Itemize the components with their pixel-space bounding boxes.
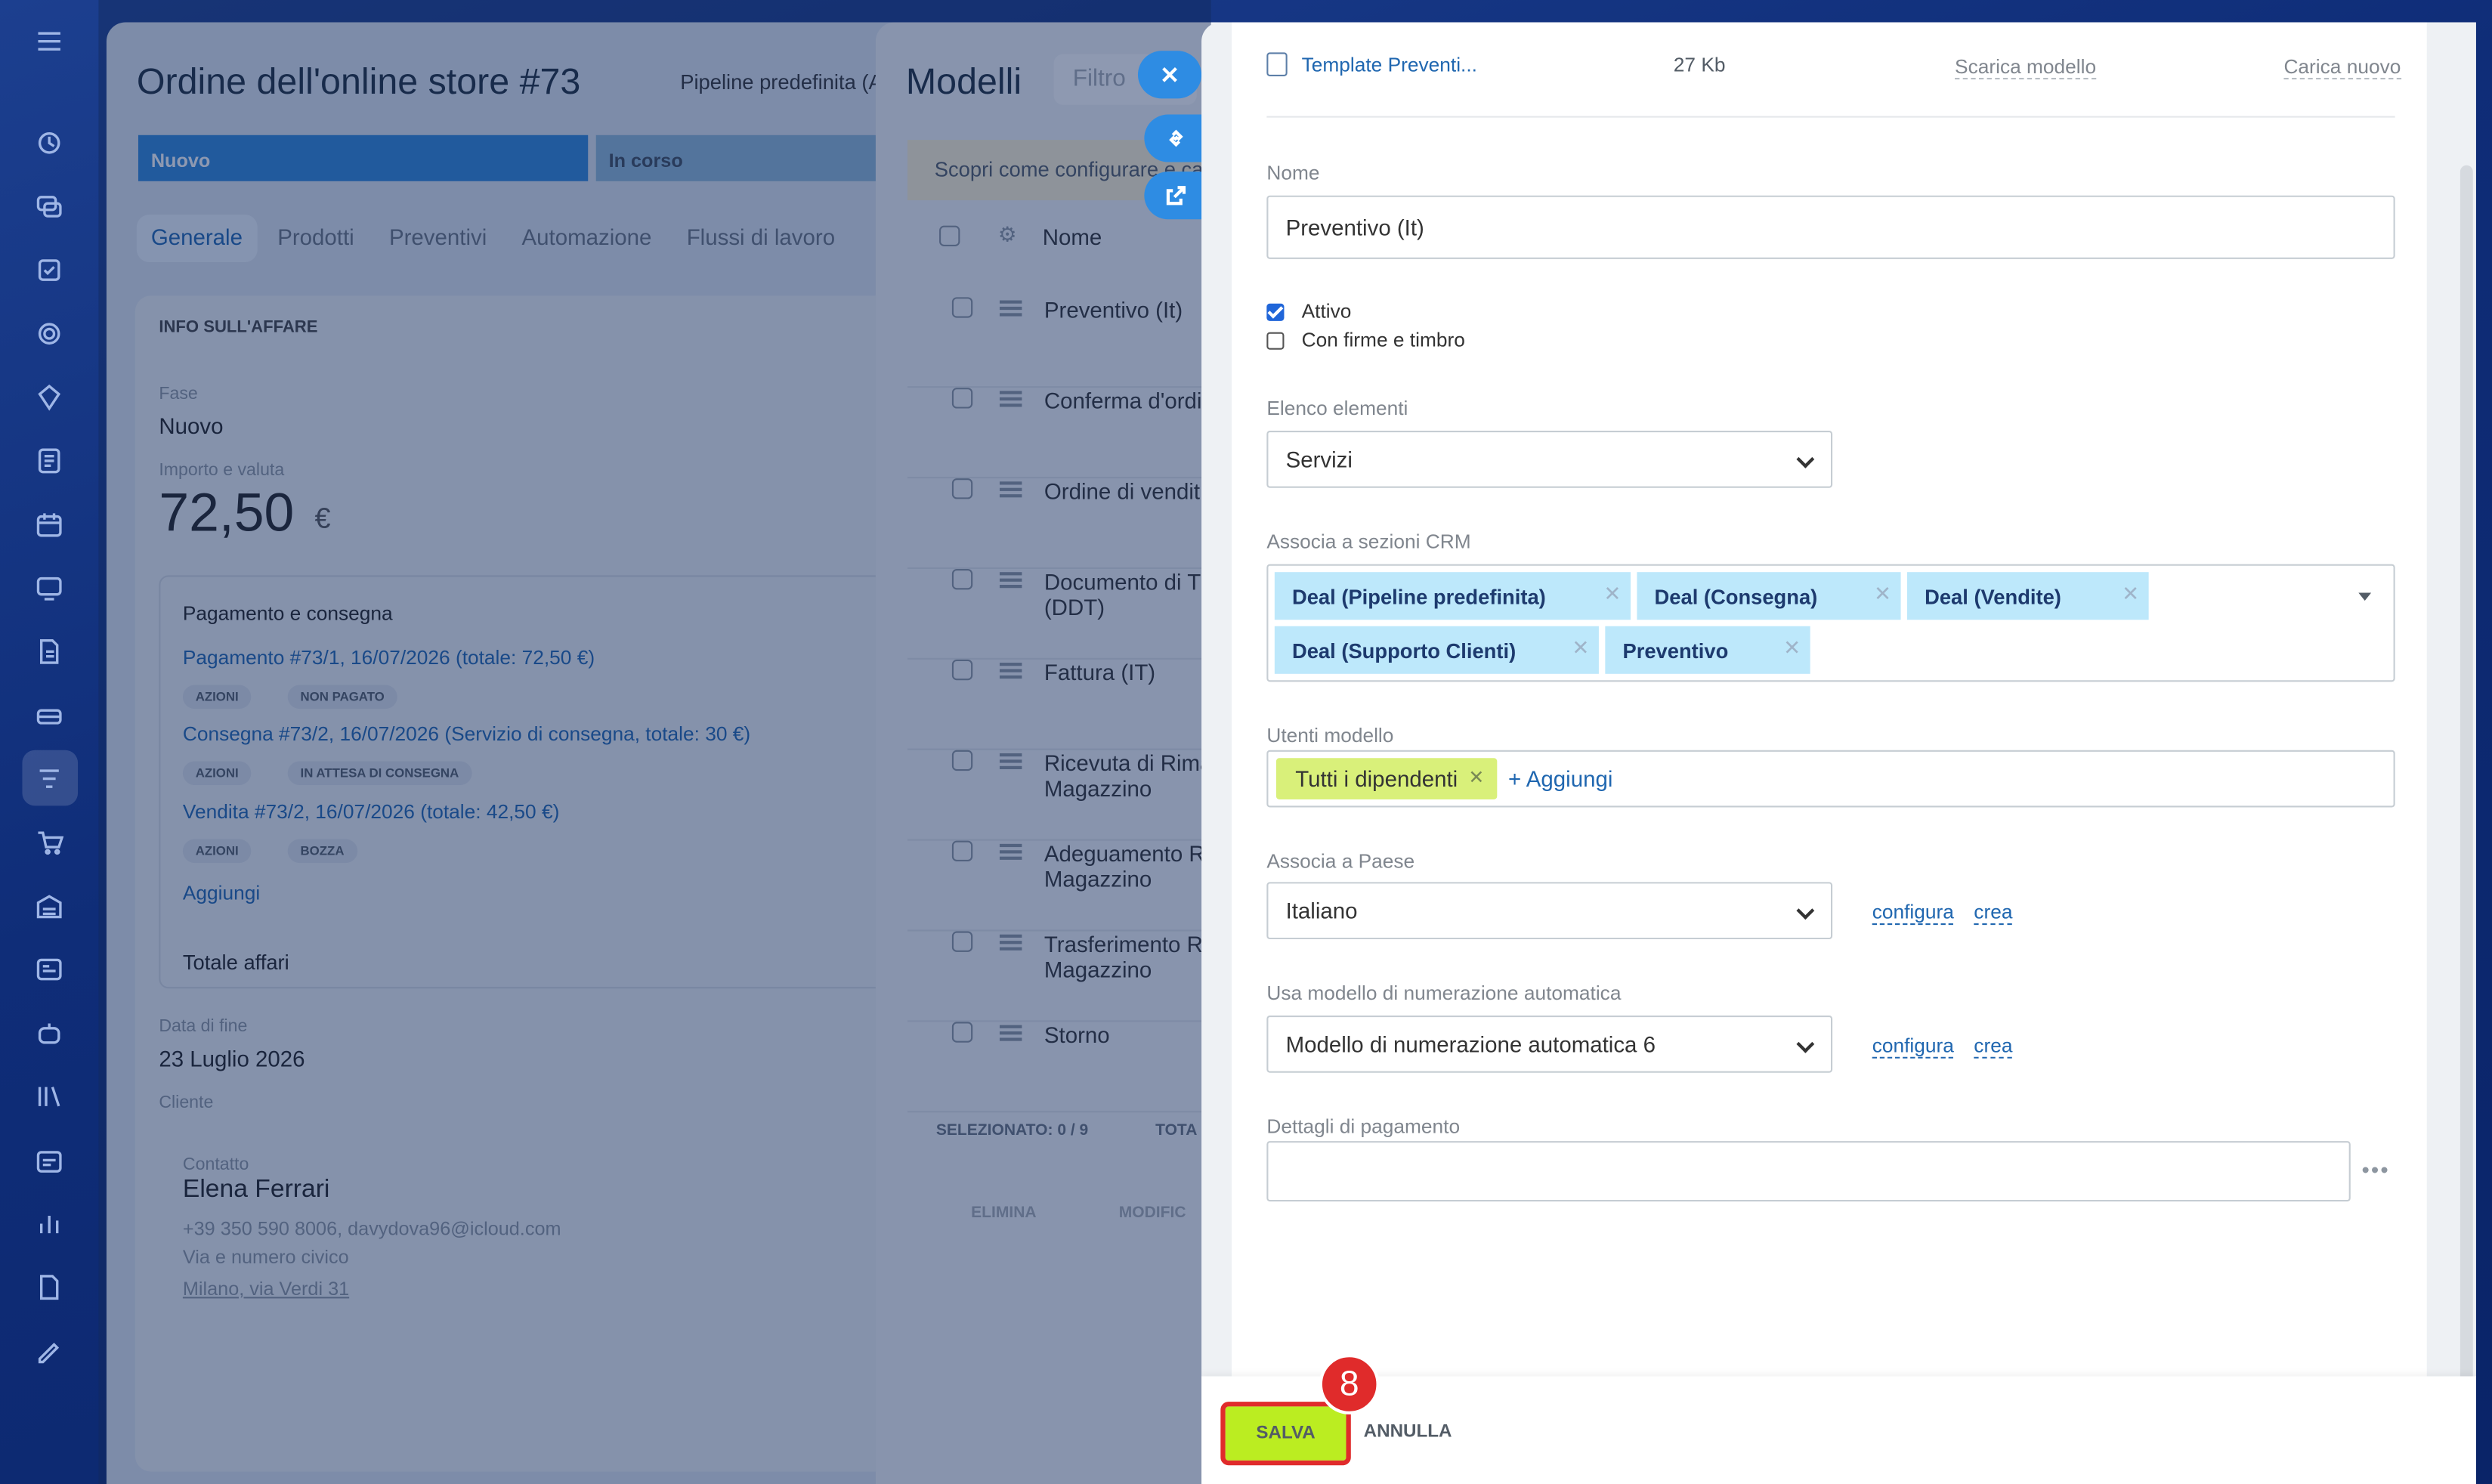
- crm-tag-label: Preventivo: [1622, 638, 1729, 663]
- overlay-veil: [98, 0, 1211, 1484]
- reports-icon[interactable]: [33, 1272, 65, 1303]
- dropdown-arrow-icon[interactable]: [2358, 592, 2372, 601]
- stamp-label: Con firme e timbro: [1301, 329, 1465, 351]
- close-icon[interactable]: [1137, 51, 1202, 99]
- users-selector[interactable]: Tutti i dipendenti ✕ + Aggiungi: [1266, 750, 2395, 808]
- configure-numbering-link[interactable]: configura: [1872, 1034, 1954, 1059]
- name-input[interactable]: Preventivo (It): [1266, 195, 2395, 259]
- remove-tag-icon[interactable]: ✕: [1603, 582, 1621, 608]
- chevron-down-icon: [1796, 901, 1815, 920]
- analytics-icon[interactable]: [33, 1208, 65, 1240]
- create-country-link[interactable]: crea: [1974, 901, 2013, 926]
- numbering-label: Usa modello di numerazione automatica: [1266, 982, 1622, 1005]
- crm-tag: Deal (Vendite) ✕: [1906, 572, 2149, 620]
- crm-tag: Deal (Consegna) ✕: [1637, 572, 1901, 620]
- crm-tag-label: Deal (Supporto Clienti): [1291, 638, 1517, 663]
- active-label: Attivo: [1301, 300, 1352, 323]
- form-footer: SALVA 8 ANNULLA: [1201, 1354, 2476, 1484]
- payment-details-input[interactable]: [1266, 1141, 2351, 1202]
- elements-label: Elenco elementi: [1266, 397, 1408, 420]
- payment-details-label: Dettagli di pagamento: [1266, 1115, 1461, 1138]
- users-label: Utenti modello: [1266, 725, 1394, 747]
- step-badge: 8: [1319, 1354, 1380, 1414]
- chevron-down-icon: [1796, 1034, 1815, 1053]
- remove-tag-icon[interactable]: ✕: [2122, 582, 2139, 608]
- file-icon: [1266, 52, 1288, 76]
- open-external-icon[interactable]: [1144, 172, 1208, 220]
- remove-tag-icon[interactable]: ✕: [1572, 635, 1589, 661]
- create-numbering-link[interactable]: crea: [1974, 1034, 2013, 1059]
- library-icon[interactable]: [33, 1081, 65, 1112]
- crm-tag-label: Deal (Vendite): [1925, 585, 2061, 609]
- cards-icon[interactable]: [33, 954, 65, 985]
- active-checkbox[interactable]: [1266, 303, 1285, 321]
- file-size: 27 Kb: [1673, 54, 1726, 76]
- chat-icon[interactable]: [33, 190, 65, 222]
- add-users-link[interactable]: + Aggiungi: [1508, 766, 1612, 792]
- remove-tag-icon[interactable]: ✕: [1874, 582, 1891, 608]
- activity-icon[interactable]: [33, 127, 65, 159]
- contact-center-icon[interactable]: [33, 572, 65, 604]
- crm-sections-selector[interactable]: Deal (Pipeline predefinita) ✕ Deal (Conse…: [1266, 564, 2395, 682]
- robot-icon[interactable]: [33, 1017, 65, 1049]
- more-icon[interactable]: •••: [2362, 1157, 2390, 1183]
- template-settings-form: Template Preventi... 27 Kb Scarica model…: [1201, 22, 2476, 1484]
- crm-tag: Deal (Pipeline predefinita) ✕: [1274, 572, 1631, 620]
- crm-label: Associa a sezioni CRM: [1266, 530, 1471, 553]
- country-select[interactable]: Italiano: [1266, 882, 1833, 940]
- chevron-down-icon: [1796, 450, 1815, 468]
- sites-icon[interactable]: [33, 318, 65, 350]
- sales-icon[interactable]: [33, 699, 65, 731]
- country-value: Italiano: [1285, 898, 1358, 924]
- schedule-icon[interactable]: [33, 1144, 65, 1176]
- warehouse-icon[interactable]: [33, 890, 65, 922]
- numbering-value: Modello di numerazione automatica 6: [1285, 1031, 1656, 1057]
- invoice-icon[interactable]: [33, 635, 65, 667]
- users-tag: Tutti i dipendenti ✕: [1275, 758, 1498, 799]
- tasks-icon[interactable]: [33, 255, 65, 286]
- download-template-link[interactable]: Scarica modello: [1955, 56, 2097, 80]
- divider: [1266, 116, 2395, 118]
- save-button[interactable]: SALVA: [1220, 1402, 1351, 1466]
- country-label: Associa a Paese: [1266, 850, 1415, 873]
- remove-tag-icon[interactable]: ✕: [1783, 635, 1801, 661]
- docs-icon[interactable]: [33, 445, 65, 477]
- elements-value: Servizi: [1285, 447, 1353, 472]
- remove-tag-icon[interactable]: ✕: [1468, 766, 1484, 788]
- filter-icon[interactable]: [33, 763, 65, 795]
- elements-select[interactable]: Servizi: [1266, 430, 1833, 488]
- users-tag-label: Tutti i dipendenti: [1295, 765, 1458, 792]
- configure-country-link[interactable]: configura: [1872, 901, 1954, 926]
- name-label: Nome: [1266, 162, 1320, 184]
- left-navigation-rail: [0, 0, 98, 1484]
- crm-icon[interactable]: [33, 382, 65, 413]
- cancel-button[interactable]: ANNULLA: [1364, 1422, 1452, 1441]
- stamp-checkbox[interactable]: [1266, 332, 1285, 350]
- calendar-icon[interactable]: [33, 509, 65, 540]
- crm-tag-label: Deal (Pipeline predefinita): [1291, 585, 1546, 609]
- file-name[interactable]: Template Preventi...: [1302, 54, 1477, 76]
- crm-tag-label: Deal (Consegna): [1654, 585, 1818, 609]
- link-icon[interactable]: [1144, 114, 1208, 162]
- scrollbar[interactable]: [2460, 165, 2473, 1469]
- menu-icon[interactable]: [33, 26, 65, 57]
- signature-icon[interactable]: [33, 1335, 65, 1367]
- crm-tag: Deal (Supporto Clienti) ✕: [1274, 626, 1599, 674]
- numbering-select[interactable]: Modello di numerazione automatica 6: [1266, 1016, 1833, 1073]
- form-body: Template Preventi... 27 Kb Scarica model…: [1232, 22, 2427, 1377]
- shop-icon[interactable]: [33, 827, 65, 858]
- upload-new-link[interactable]: Carica nuovo: [2283, 56, 2401, 80]
- crm-tag: Preventivo ✕: [1605, 626, 1810, 674]
